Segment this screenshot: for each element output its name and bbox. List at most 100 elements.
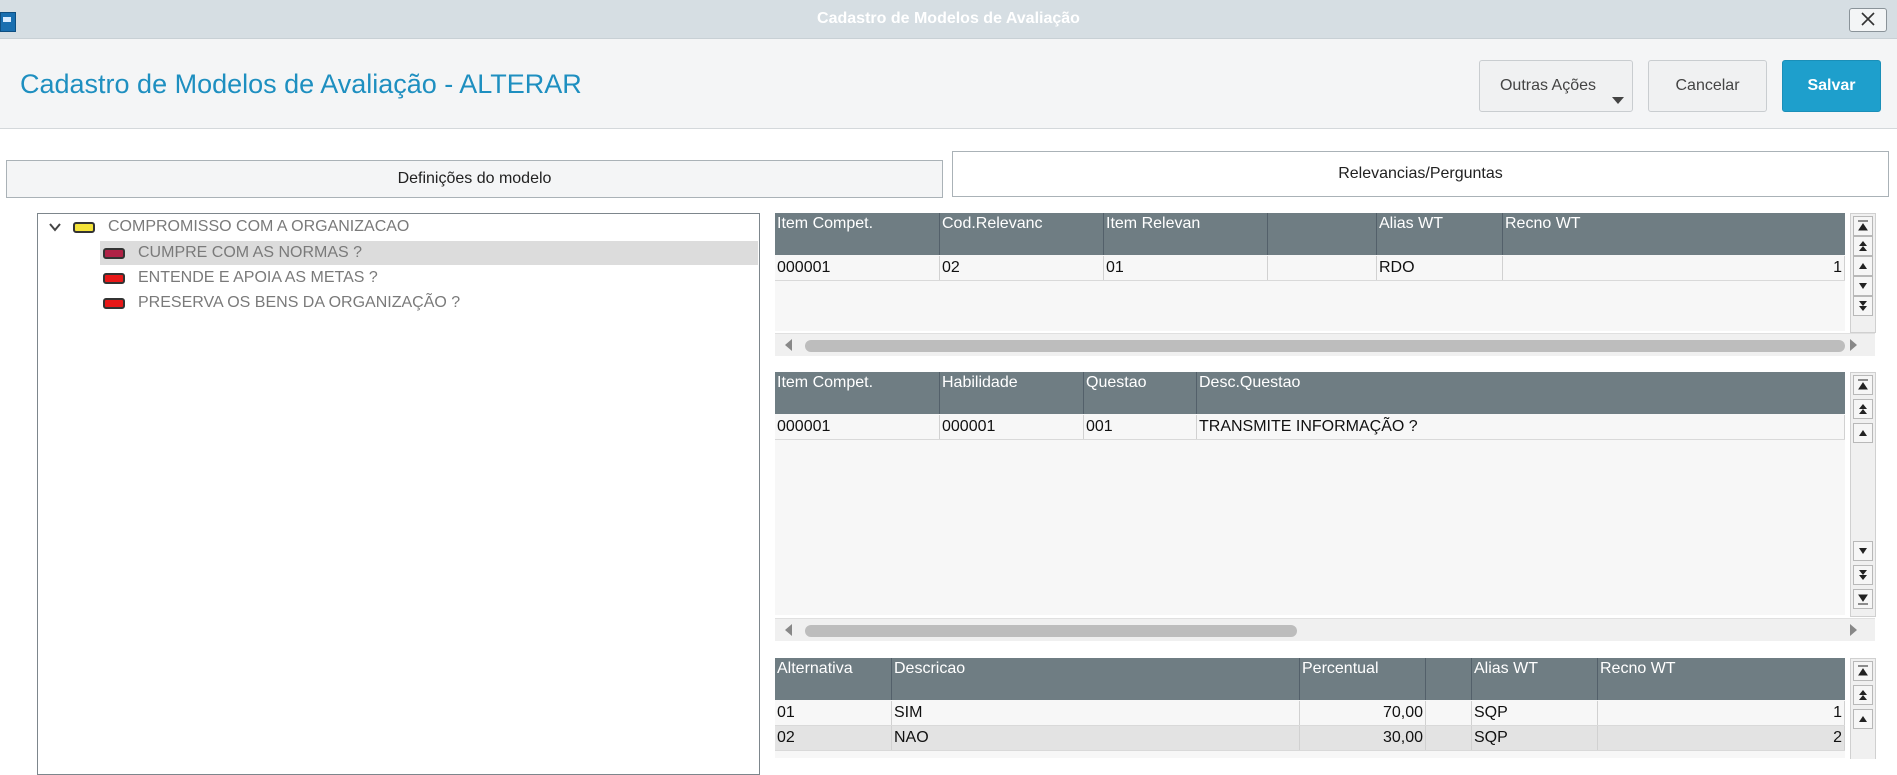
column-header[interactable]: Questao xyxy=(1084,372,1197,414)
table-cell: 02 xyxy=(940,256,1104,280)
tree-node-child[interactable]: ENTENDE E APOIA AS METAS ? xyxy=(100,266,758,290)
scroll-down-button[interactable] xyxy=(1853,541,1873,561)
scroll-page-down-button[interactable] xyxy=(1853,296,1873,316)
alternativas-grid[interactable]: Alternativa Descricao Percentual Alias W… xyxy=(775,658,1845,758)
vertical-scrollbar[interactable] xyxy=(1850,658,1876,759)
table-row[interactable]: 000001 02 01 RDO 1 xyxy=(775,256,1845,281)
scroll-up-button[interactable] xyxy=(1853,256,1873,276)
window-title: Cadastro de Modelos de Avaliação xyxy=(817,10,1080,27)
table-row[interactable]: 01 SIM 70,00 SQP 1 xyxy=(775,701,1845,726)
scroll-page-up-button[interactable] xyxy=(1853,685,1873,705)
scroll-thumb[interactable] xyxy=(805,340,1845,352)
scroll-up-button[interactable] xyxy=(1853,423,1873,443)
grid-header: Item Compet. Habilidade Questao Desc.Que… xyxy=(775,372,1845,414)
double-arrow-up-icon xyxy=(1859,241,1867,251)
competencia-tree[interactable]: COMPROMISSO COM A ORGANIZACAO CUMPRE COM… xyxy=(37,213,760,775)
table-row[interactable]: 02 NAO 30,00 SQP 2 xyxy=(775,726,1845,751)
close-button[interactable] xyxy=(1849,8,1887,32)
scroll-thumb[interactable] xyxy=(805,625,1297,637)
cancel-button[interactable]: Cancelar xyxy=(1648,60,1767,112)
tab-divider xyxy=(952,196,1889,197)
status-yellow-icon xyxy=(73,222,95,233)
scroll-page-up-button[interactable] xyxy=(1853,236,1873,256)
table-cell: 000001 xyxy=(775,256,940,280)
table-cell: 000001 xyxy=(775,415,940,439)
more-actions-label: Outras Ações xyxy=(1499,77,1597,94)
column-header[interactable]: Recno WT xyxy=(1598,658,1845,700)
double-arrow-up-icon xyxy=(1859,404,1867,414)
double-arrow-up-icon xyxy=(1858,379,1868,390)
scroll-down-button[interactable] xyxy=(1853,276,1873,296)
table-cell: 70,00 xyxy=(1300,701,1426,725)
arrow-up-icon xyxy=(1859,716,1867,722)
scroll-page-up-button[interactable] xyxy=(1853,399,1873,419)
tree-node-label: COMPROMISSO COM A ORGANIZACAO xyxy=(108,218,410,235)
table-cell: 2 xyxy=(1598,726,1845,750)
column-header[interactable]: Desc.Questao xyxy=(1197,372,1845,414)
chevron-down-icon[interactable] xyxy=(48,221,62,233)
status-red-icon xyxy=(103,273,125,284)
scroll-top-button[interactable] xyxy=(1853,661,1873,681)
arrow-up-icon xyxy=(1859,263,1867,269)
vertical-scrollbar[interactable] xyxy=(1850,372,1876,617)
tree-node-child[interactable]: CUMPRE COM AS NORMAS ? xyxy=(100,241,758,265)
arrow-up-icon xyxy=(1859,430,1867,436)
double-arrow-down-icon xyxy=(1859,301,1867,311)
arrow-left-icon[interactable] xyxy=(785,624,792,636)
double-arrow-up-icon xyxy=(1859,690,1867,700)
status-maroon-icon xyxy=(103,248,125,259)
double-arrow-down-icon xyxy=(1858,594,1868,605)
column-header[interactable]: Recno WT xyxy=(1503,213,1845,255)
save-button[interactable]: Salvar xyxy=(1782,60,1881,112)
column-header[interactable]: Alias WT xyxy=(1377,213,1503,255)
column-header[interactable]: Item Compet. xyxy=(775,372,940,414)
scroll-up-button[interactable] xyxy=(1853,709,1873,729)
arrow-left-icon[interactable] xyxy=(785,339,792,351)
table-cell: SQP xyxy=(1472,701,1598,725)
horizontal-scrollbar[interactable] xyxy=(775,618,1875,641)
scroll-page-down-button[interactable] xyxy=(1853,565,1873,585)
questoes-grid[interactable]: Item Compet. Habilidade Questao Desc.Que… xyxy=(775,372,1845,615)
table-cell: 01 xyxy=(775,701,892,725)
tab-relevancias[interactable]: Relevancias/Perguntas xyxy=(952,151,1889,196)
table-cell: 000001 xyxy=(940,415,1084,439)
table-cell: 30,00 xyxy=(1300,726,1426,750)
column-header[interactable]: Percentual xyxy=(1300,658,1426,700)
page-title: Cadastro de Modelos de Avaliação - ALTER… xyxy=(20,69,582,99)
scroll-bottom-button[interactable] xyxy=(1853,589,1873,609)
table-cell: 1 xyxy=(1598,701,1845,725)
scroll-top-button[interactable] xyxy=(1853,216,1873,236)
grid-header: Item Compet. Cod.Relevanc Item Relevan A… xyxy=(775,213,1845,255)
tab-definicoes[interactable]: Definições do modelo xyxy=(6,160,943,198)
double-arrow-down-icon xyxy=(1859,570,1867,580)
table-cell: TRANSMITE INFORMAÇÃO ? xyxy=(1197,415,1845,439)
column-header[interactable]: Habilidade xyxy=(940,372,1084,414)
column-header[interactable]: Alternativa xyxy=(775,658,892,700)
arrow-right-icon[interactable] xyxy=(1850,624,1857,636)
table-cell xyxy=(1426,726,1472,750)
table-row[interactable]: 000001 000001 001 TRANSMITE INFORMAÇÃO ? xyxy=(775,415,1845,440)
table-cell xyxy=(1268,256,1377,280)
tree-node-root[interactable]: COMPROMISSO COM A ORGANIZACAO xyxy=(38,215,757,239)
tree-node-child[interactable]: PRESERVA OS BENS DA ORGANIZAÇÃO ? xyxy=(100,291,758,315)
arrow-right-icon[interactable] xyxy=(1850,339,1857,351)
table-cell: NAO xyxy=(892,726,1300,750)
page-header: Cadastro de Modelos de Avaliação - ALTER… xyxy=(0,39,1897,129)
column-header[interactable]: Descricao xyxy=(892,658,1300,700)
tree-node-label: PRESERVA OS BENS DA ORGANIZAÇÃO ? xyxy=(138,294,461,311)
double-arrow-up-icon xyxy=(1858,665,1868,676)
relevancias-grid[interactable]: Item Compet. Cod.Relevanc Item Relevan A… xyxy=(775,213,1845,331)
vertical-scrollbar[interactable] xyxy=(1850,213,1876,333)
horizontal-scrollbar[interactable] xyxy=(775,333,1875,356)
scroll-top-button[interactable] xyxy=(1853,375,1873,395)
column-header[interactable]: Alias WT xyxy=(1472,658,1598,700)
table-cell: 02 xyxy=(775,726,892,750)
column-header[interactable] xyxy=(1268,213,1377,255)
close-icon xyxy=(1861,12,1875,26)
column-header[interactable]: Cod.Relevanc xyxy=(940,213,1104,255)
more-actions-button[interactable]: Outras Ações xyxy=(1479,60,1633,112)
column-header[interactable] xyxy=(1426,658,1472,700)
table-cell: 1 xyxy=(1503,256,1845,280)
column-header[interactable]: Item Relevan xyxy=(1104,213,1268,255)
column-header[interactable]: Item Compet. xyxy=(775,213,940,255)
